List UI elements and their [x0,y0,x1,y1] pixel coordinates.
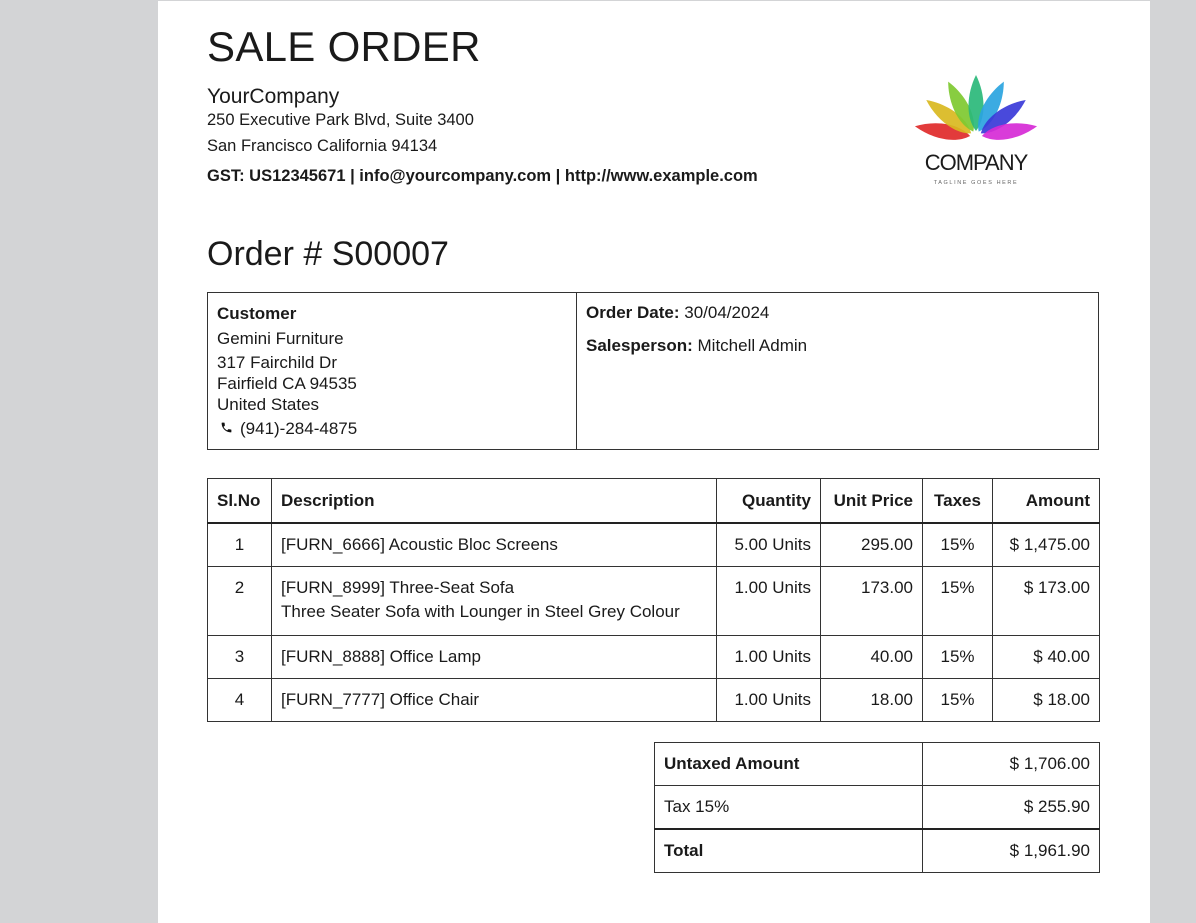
header-taxes: Taxes [922,478,993,524]
row-amount: $ 173.00 [992,566,1100,636]
row-description: [FURN_8999] Three-Seat Sofa [281,578,515,597]
document-title: SALE ORDER [207,23,481,70]
customer-phone: (941)-284-4875 [240,419,358,438]
document-page: SALE ORDER YourCompany 250 Executive Par… [158,1,1150,923]
customer-street: 317 Fairchild Dr [217,353,337,372]
header-slno: Sl.No [207,478,272,524]
total-label: Total [654,828,923,873]
row-unit-price: 18.00 [820,678,923,722]
row-unit-price: 40.00 [820,635,923,679]
tax-label: Tax 15% [654,785,923,830]
tax-value: $ 255.90 [922,785,1100,830]
row-amount: $ 18.00 [992,678,1100,722]
total-row: Total $ 1,961.90 [654,828,1100,873]
salesperson-row: Salesperson: Mitchell Admin [586,336,807,356]
row-amount: $ 40.00 [992,635,1100,679]
row-unit-price: 173.00 [820,566,923,636]
row-amount: $ 1,475.00 [992,522,1100,567]
company-address-line1: 250 Executive Park Blvd, Suite 3400 [207,111,474,129]
untaxed-row: Untaxed Amount $ 1,706.00 [654,742,1100,786]
company-contact-line: GST: US12345671 | info@yourcompany.com |… [207,167,758,185]
row-description: [FURN_7777] Office Chair [271,678,717,722]
table-row: 4 [FURN_7777] Office Chair 1.00 Units 18… [207,678,1100,722]
row-slno: 1 [207,522,272,567]
totals-table: Untaxed Amount $ 1,706.00 Tax 15% $ 255.… [654,742,1100,873]
row-taxes: 15% [922,522,993,567]
total-value: $ 1,961.90 [922,828,1100,873]
order-lines-table: Sl.No Description Quantity Unit Price Ta… [207,478,1100,722]
customer-city: Fairfield CA 94535 [217,374,357,393]
salesperson-label: Salesperson: [586,336,693,355]
row-quantity: 1.00 Units [716,678,821,722]
phone-icon [220,418,234,439]
row-quantity: 1.00 Units [716,635,821,679]
customer-phone-row: (941)-284-4875 [217,418,567,439]
table-row: 3 [FURN_8888] Office Lamp 1.00 Units 40.… [207,635,1100,679]
salesperson-value: Mitchell Admin [697,336,808,355]
logo-petals [914,75,1038,140]
row-slno: 3 [207,635,272,679]
customer-label: Customer [217,304,297,323]
row-description: [FURN_8888] Office Lamp [271,635,717,679]
header-description: Description [271,478,717,524]
row-slno: 2 [207,566,272,636]
untaxed-label: Untaxed Amount [654,742,923,786]
row-quantity: 1.00 Units [716,566,821,636]
company-logo: COMPANY TAGLINE GOES HERE [914,75,1038,186]
row-description: [FURN_6666] Acoustic Bloc Screens [271,522,717,567]
logo-tagline: TAGLINE GOES HERE [934,180,1019,186]
customer-name: Gemini Furniture [217,329,344,348]
row-taxes: 15% [922,635,993,679]
customer-country: United States [217,395,320,414]
order-title: Order # S00007 [207,235,449,273]
logo-text: COMPANY [925,150,1029,175]
company-name: YourCompany [207,85,340,108]
row-description-cell: [FURN_8999] Three-Seat Sofa Three Seater… [271,566,717,636]
row-quantity: 5.00 Units [716,522,821,567]
order-date-value: 30/04/2024 [684,303,770,322]
order-meta-block: Order Date: 30/04/2024 Salesperson: Mitc… [577,293,816,366]
header-quantity: Quantity [716,478,821,524]
header-unit-price: Unit Price [820,478,923,524]
row-description-detail: Three Seater Sofa with Lounger in Steel … [281,602,680,621]
order-date-row: Order Date: 30/04/2024 [586,303,807,323]
row-unit-price: 295.00 [820,522,923,567]
untaxed-value: $ 1,706.00 [922,742,1100,786]
table-header-row: Sl.No Description Quantity Unit Price Ta… [207,478,1100,524]
customer-block: Customer Gemini Furniture 317 Fairchild … [208,293,577,449]
row-taxes: 15% [922,566,993,636]
header-amount: Amount [992,478,1100,524]
table-row: 1 [FURN_6666] Acoustic Bloc Screens 5.00… [207,522,1100,567]
row-slno: 4 [207,678,272,722]
tax-row: Tax 15% $ 255.90 [654,785,1100,830]
order-date-label: Order Date: [586,303,680,322]
company-address-line2: San Francisco California 94134 [207,137,438,155]
order-info-box: Customer Gemini Furniture 317 Fairchild … [207,292,1099,450]
table-row: 2 [FURN_8999] Three-Seat Sofa Three Seat… [207,566,1100,636]
row-taxes: 15% [922,678,993,722]
